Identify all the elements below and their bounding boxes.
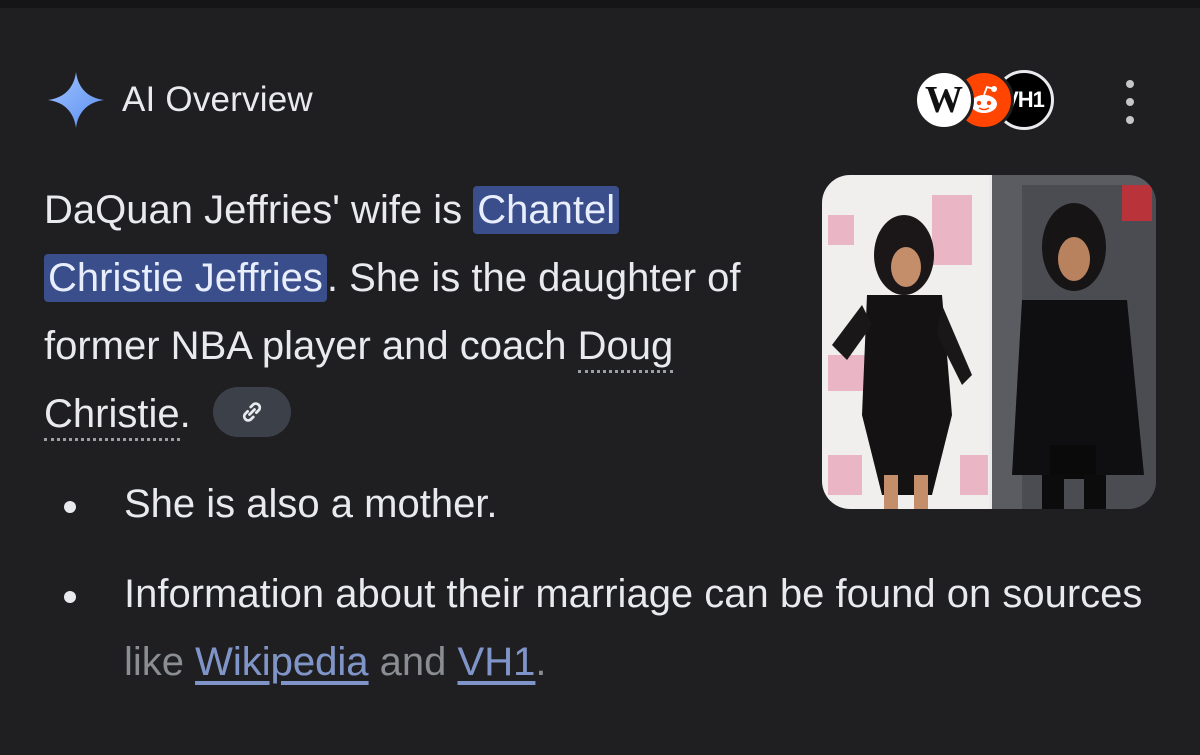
wikipedia-glyph: W: [925, 79, 963, 121]
answer-prefix: DaQuan Jeffries' wife is: [44, 188, 474, 232]
bullet-text-1: She is also a mother.: [124, 482, 498, 526]
sparkle-icon: [48, 72, 104, 128]
chantel-jeffries-photo: [822, 175, 1156, 509]
highlighted-answer-part-1: Chantel: [473, 186, 620, 234]
more-options-button[interactable]: [1116, 80, 1144, 124]
link-icon: [242, 402, 261, 423]
bullet-text-2-end: .: [535, 640, 547, 684]
list-item: She is also a mother.: [44, 470, 1174, 538]
vh1-link[interactable]: VH1: [458, 640, 536, 684]
overview-answer: DaQuan Jeffries' wife is Chantel Christie…: [44, 176, 814, 448]
answer-end: .: [179, 392, 191, 436]
ai-overview-header: AI Overview: [44, 68, 313, 132]
citation-link-button[interactable]: [212, 387, 291, 438]
highlighted-answer-part-2: Christie Jeffries: [44, 254, 327, 302]
ai-overview-title: AI Overview: [122, 80, 313, 119]
source-icons[interactable]: W VH1: [914, 70, 1054, 130]
wikipedia-source-icon[interactable]: W: [914, 70, 974, 130]
bullet-text-2-middle: and: [368, 640, 458, 684]
wikipedia-link[interactable]: Wikipedia: [195, 640, 368, 684]
top-divider: [0, 0, 1200, 8]
more-vertical-icon: [1126, 80, 1134, 88]
answer-photo[interactable]: [822, 175, 1156, 509]
answer-bullets: She is also a mother. Information about …: [44, 470, 1174, 696]
kebab-dot: [1126, 116, 1134, 124]
kebab-dot: [1126, 98, 1134, 106]
list-item: Information about their marriage can be …: [44, 560, 1174, 696]
